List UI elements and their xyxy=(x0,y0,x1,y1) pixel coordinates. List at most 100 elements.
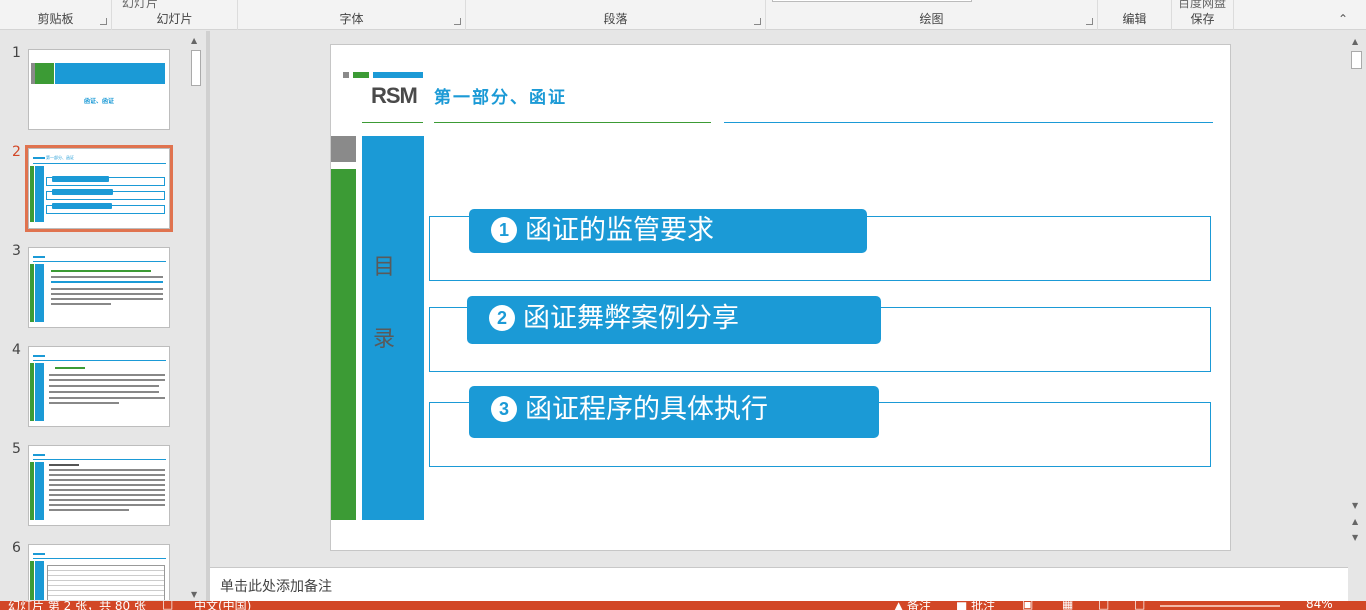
previous-slide-icon[interactable]: ▲ xyxy=(1352,517,1358,526)
ribbon-group-label: 编辑 xyxy=(1122,12,1147,26)
ribbon-group-clipboard: 剪贴板 xyxy=(0,0,112,30)
notes-toggle-label: 备注 xyxy=(907,601,932,610)
dialog-launcher-icon[interactable] xyxy=(1086,18,1093,25)
toc-item-2[interactable]: 2 函证舞弊案例分享 xyxy=(467,296,881,344)
logo-bar-blue xyxy=(373,72,423,78)
toc-item-label: 函证的监管要求 xyxy=(525,215,714,246)
side-bar-blue: 目 录 xyxy=(362,136,424,520)
ribbon-group-label: 段落 xyxy=(603,12,628,26)
next-slide-icon[interactable]: ▼ xyxy=(1352,533,1358,542)
toc-item-1[interactable]: 1 函证的监管要求 xyxy=(469,209,867,253)
thumb-text-line xyxy=(51,276,163,278)
zoom-level[interactable]: 84% xyxy=(1306,601,1333,610)
notes-toggle-button[interactable]: ▲ 备注 xyxy=(894,601,931,610)
number-badge: 2 xyxy=(489,305,515,331)
slide-thumbnail-2[interactable]: 第一部分、函证 xyxy=(25,145,173,232)
thumb-text-line xyxy=(49,494,165,496)
toc-item-label: 函证程序的具体执行 xyxy=(525,394,768,425)
thumbnail-scrollbar[interactable]: ▲ ▼ xyxy=(188,34,204,600)
thumb-title: 函证、函证 xyxy=(83,98,114,105)
slide-thumbnail-4[interactable] xyxy=(28,346,170,427)
toc-label: 目 录 xyxy=(362,232,406,376)
scroll-down-icon[interactable]: ▼ xyxy=(1352,501,1358,510)
thumb-bar xyxy=(33,454,45,456)
notes-pane[interactable]: 单击此处添加备注 xyxy=(210,567,1348,601)
slide-thumbnail-5[interactable] xyxy=(28,445,170,526)
thumb-text-line xyxy=(55,367,85,369)
ribbon-group-editing: 编辑 xyxy=(1098,0,1172,30)
ribbon-group-drawing: 绘图 xyxy=(766,0,1098,30)
thumb-line xyxy=(33,163,166,164)
ribbon-group-label: 保存 xyxy=(1190,12,1215,26)
header-rule xyxy=(724,122,1213,123)
dialog-launcher-icon[interactable] xyxy=(100,18,107,25)
thumb-bar xyxy=(30,462,34,520)
dialog-launcher-icon[interactable] xyxy=(454,18,461,25)
thumb-bar xyxy=(35,363,44,421)
slide-count: 幻灯片 第 2 张，共 80 张 xyxy=(8,601,146,610)
language-indicator[interactable]: 中文(中国) xyxy=(194,601,251,610)
slide-title[interactable]: 第一部分、函证 xyxy=(434,83,567,108)
slide-thumbnail-6[interactable] xyxy=(28,544,170,600)
thumb-table xyxy=(47,565,165,600)
thumb-text-line xyxy=(49,391,159,393)
slide-thumbnail-pane: 1 函证、函证 2 第一部分、函证 3 4 5 6 ▲ ▼ xyxy=(0,31,206,601)
comments-label: 批注 xyxy=(971,601,996,610)
ribbon-group-label: 字体 xyxy=(339,12,364,26)
scrollbar-thumb[interactable] xyxy=(191,50,201,86)
ribbon-group-paragraph: 段落 xyxy=(466,0,766,30)
scroll-up-icon[interactable]: ▲ xyxy=(1352,37,1358,46)
slide-editor: RSM 第一部分、函证 目 录 1 函证的监管要求 2 函证舞弊案例分享 3 函证程序… xyxy=(210,31,1348,567)
slide-thumbnail-3[interactable] xyxy=(28,247,170,328)
thumb-bar xyxy=(35,462,44,520)
scrollbar-thumb[interactable] xyxy=(1351,51,1362,69)
logo-bar-green xyxy=(353,72,369,78)
notes-placeholder[interactable]: 单击此处添加备注 xyxy=(220,576,332,596)
dialog-launcher-icon[interactable] xyxy=(754,18,761,25)
thumb-bar xyxy=(35,166,44,222)
thumb-title: 第一部分、函证 xyxy=(46,155,74,160)
editor-scrollbar[interactable]: ▲ ▼ ▲ ▼ xyxy=(1348,31,1366,601)
zoom-slider[interactable] xyxy=(1160,605,1280,607)
thumb-text-line xyxy=(49,499,165,501)
side-bar-gray xyxy=(331,136,356,162)
slide-canvas[interactable]: RSM 第一部分、函证 目 录 1 函证的监管要求 2 函证舞弊案例分享 3 函证程序… xyxy=(330,44,1231,551)
ribbon-group-label: 剪贴板 xyxy=(37,12,74,26)
thumb-bar xyxy=(55,63,165,84)
logo-bar-gray xyxy=(343,72,349,78)
number-badge: 3 xyxy=(491,396,517,422)
reading-view-icon[interactable]: □ xyxy=(1098,601,1109,610)
shape-gallery[interactable] xyxy=(772,0,972,2)
thumb-text-line xyxy=(51,281,163,283)
thumbnail-number: 1 xyxy=(12,45,21,61)
normal-view-icon[interactable]: ▣ xyxy=(1022,601,1033,610)
slide-thumbnail-1[interactable]: 函证、函证 xyxy=(28,49,170,130)
thumbnail-number: 4 xyxy=(12,342,21,358)
slideshow-icon[interactable]: □ xyxy=(1134,601,1145,610)
slide-sorter-icon[interactable]: ▦ xyxy=(1062,601,1073,610)
thumbnail-number: 3 xyxy=(12,243,21,259)
spellcheck-icon[interactable]: □ xyxy=(162,601,173,610)
collapse-ribbon-icon[interactable]: ⌃ xyxy=(1336,12,1350,26)
thumbnail-number: 2 xyxy=(12,144,21,160)
thumb-line xyxy=(33,261,166,262)
thumb-bar xyxy=(30,561,34,600)
thumb-bar xyxy=(30,363,34,421)
side-bar-green xyxy=(331,169,356,520)
thumb-text-line xyxy=(49,469,165,471)
ribbon: 剪贴板 幻灯片 幻灯片 字体 段落 绘图 编辑 百度网盘 保存 ⌃ xyxy=(0,0,1366,30)
scroll-down-icon[interactable]: ▼ xyxy=(191,590,197,599)
thumb-bar xyxy=(33,553,45,555)
toc-item-3[interactable]: 3 函证程序的具体执行 xyxy=(469,386,879,438)
ribbon-group-save: 百度网盘 保存 xyxy=(1172,0,1234,30)
thumb-bar xyxy=(35,264,44,322)
scroll-up-icon[interactable]: ▲ xyxy=(191,36,197,45)
thumb-text-line xyxy=(49,379,165,381)
thumb-text-line xyxy=(51,303,111,305)
thumb-pill xyxy=(52,176,109,182)
thumb-pill xyxy=(52,189,113,195)
thumb-line xyxy=(33,459,166,460)
status-bar: 幻灯片 第 2 张，共 80 张 □ 中文(中国) ▲ 备注 ■ 批注 ▣ ▦ … xyxy=(0,601,1366,610)
comments-button[interactable]: ■ 批注 xyxy=(956,601,995,610)
thumb-text-line xyxy=(51,293,163,295)
